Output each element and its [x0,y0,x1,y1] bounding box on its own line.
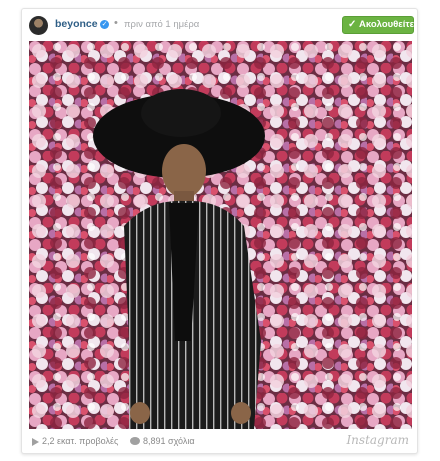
instagram-embed-card: beyonce ✓ • πριν από 1 ημέρα ✓ Ακολουθεί… [21,8,418,454]
follow-button-label: Ακολουθείτε [359,19,415,30]
comment-bubble-icon [130,437,140,445]
post-timestamp[interactable]: πριν από 1 ημέρα [124,19,199,30]
post-header: beyonce ✓ • πριν από 1 ημέρα ✓ Ακολουθεί… [22,9,417,41]
avatar[interactable] [29,16,48,35]
comments-count[interactable]: 8,891 σχόλια [143,436,195,446]
verified-badge-icon: ✓ [100,20,109,29]
views-count: 2,2 εκατ. προβολές [42,436,119,446]
post-photo[interactable] [29,41,412,429]
follow-button[interactable]: ✓ Ακολουθείτε [342,16,414,34]
separator-dot: • [114,17,118,29]
post-footer: 2,2 εκατ. προβολές 8,891 σχόλια Instagra… [22,431,417,453]
instagram-logo[interactable]: Instagram [346,433,409,447]
username-link[interactable]: beyonce [55,18,98,30]
post-photo-image [29,41,412,429]
check-icon: ✓ [348,19,357,30]
play-icon [32,438,39,446]
